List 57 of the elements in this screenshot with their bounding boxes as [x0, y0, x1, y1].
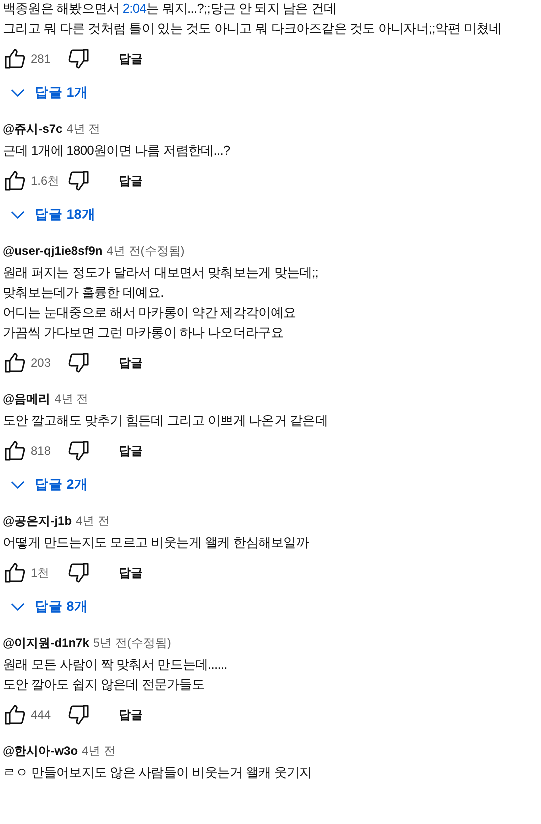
reply-button[interactable]: 답글 [109, 166, 153, 196]
view-replies-button[interactable]: 답글 2개 [7, 468, 96, 502]
reply-button[interactable]: 답글 [109, 348, 153, 378]
comment-text: ㄹㅇ 만들어보지도 않은 사람들이 비웃는거 왤캐 웃기지 [3, 764, 314, 782]
chevron-down-icon [11, 88, 25, 98]
comment-author[interactable]: @공은지-j1b [3, 511, 72, 531]
like-count: 818 [31, 444, 52, 458]
thumbs-up-icon[interactable] [3, 561, 27, 585]
thumbs-down-icon[interactable] [67, 439, 91, 463]
comment-text: 가끔씩 가다보면 그런 마카롱이 하나 나오더라구요 [3, 324, 285, 342]
thumbs-up-icon[interactable] [3, 169, 27, 193]
comment-time[interactable]: 4년 전 [66, 119, 101, 139]
chevron-down-icon [11, 210, 25, 220]
comment-author[interactable]: @이지원-d1n7k [3, 633, 90, 653]
comment-time[interactable]: 4년 전 [54, 389, 89, 409]
timestamp-link[interactable]: 2:04 [122, 1, 147, 16]
comment-text: 어디는 눈대중으로 해서 마카롱이 약간 제각각이예요 [3, 304, 298, 322]
reply-button[interactable]: 답글 [109, 44, 153, 74]
thumbs-up-icon[interactable] [3, 703, 27, 727]
comment-author[interactable]: @음메리 [3, 389, 51, 409]
thumbs-up-icon[interactable] [3, 439, 27, 463]
thumbs-up-icon[interactable] [3, 351, 27, 375]
thumbs-down-icon[interactable] [67, 351, 91, 375]
comment-text: 백종원은 해봤으면서 2:04는 뭐지...?;;당근 안 되지 남은 건데 [3, 0, 338, 18]
comment-text: 맞춰보는데가 훌륭한 데예요. [3, 284, 165, 302]
comment-text: 원래 모든 사람이 짝 맞춰서 만드는데...... [3, 656, 228, 674]
like-count: 444 [31, 708, 52, 722]
thumbs-up-icon[interactable] [3, 47, 27, 71]
reply-button[interactable]: 답글 [109, 436, 153, 466]
comment-author[interactable]: @user-qj1ie8sf9n [3, 241, 103, 261]
comment-text: 그리고 뭐 다른 것처럼 틀이 있는 것도 아니고 뭐 다크아즈같은 것도 아니자너;;악편 미쳤네 [3, 20, 503, 38]
comment-author[interactable]: @쥬시-s7c [3, 119, 63, 139]
view-replies-button[interactable]: 답글 1개 [7, 76, 96, 110]
comment-text: 도안 깔아도 쉽지 않은데 전문가들도 [3, 676, 206, 694]
comment-time[interactable]: 4년 전(수정됨) [106, 241, 185, 261]
comment-text: 근데 1개에 1800원이면 나름 저렴한데...? [3, 142, 232, 160]
view-replies-button[interactable]: 답글 8개 [7, 590, 96, 624]
comment-author[interactable]: @한시아-w3o [3, 741, 78, 761]
chevron-down-icon [11, 602, 25, 612]
like-count: 203 [31, 356, 52, 370]
like-count: 1.6천 [31, 172, 61, 190]
comment-time[interactable]: 5년 전(수정됨) [93, 633, 172, 653]
view-replies-button[interactable]: 답글 18개 [7, 198, 104, 232]
thumbs-down-icon[interactable] [67, 169, 91, 193]
comment-text: 어떻게 만드는지도 모르고 비웃는게 왤케 한심해보일까 [3, 534, 310, 552]
comment-text: 도안 깔고해도 맞추기 힘든데 그리고 이쁘게 나온거 같은데 [3, 412, 329, 430]
thumbs-down-icon[interactable] [67, 47, 91, 71]
like-count: 1천 [31, 564, 51, 582]
thumbs-down-icon[interactable] [67, 561, 91, 585]
thumbs-down-icon[interactable] [67, 703, 91, 727]
comment-time[interactable]: 4년 전 [76, 511, 110, 531]
reply-button[interactable]: 답글 [109, 700, 153, 730]
reply-button[interactable]: 답글 [109, 558, 153, 588]
chevron-down-icon [11, 480, 25, 490]
like-count: 281 [31, 52, 52, 66]
comment-text: 원래 퍼지는 정도가 달라서 대보면서 맞춰보는게 맞는데;; [3, 264, 320, 282]
comment-time[interactable]: 4년 전 [82, 741, 116, 761]
